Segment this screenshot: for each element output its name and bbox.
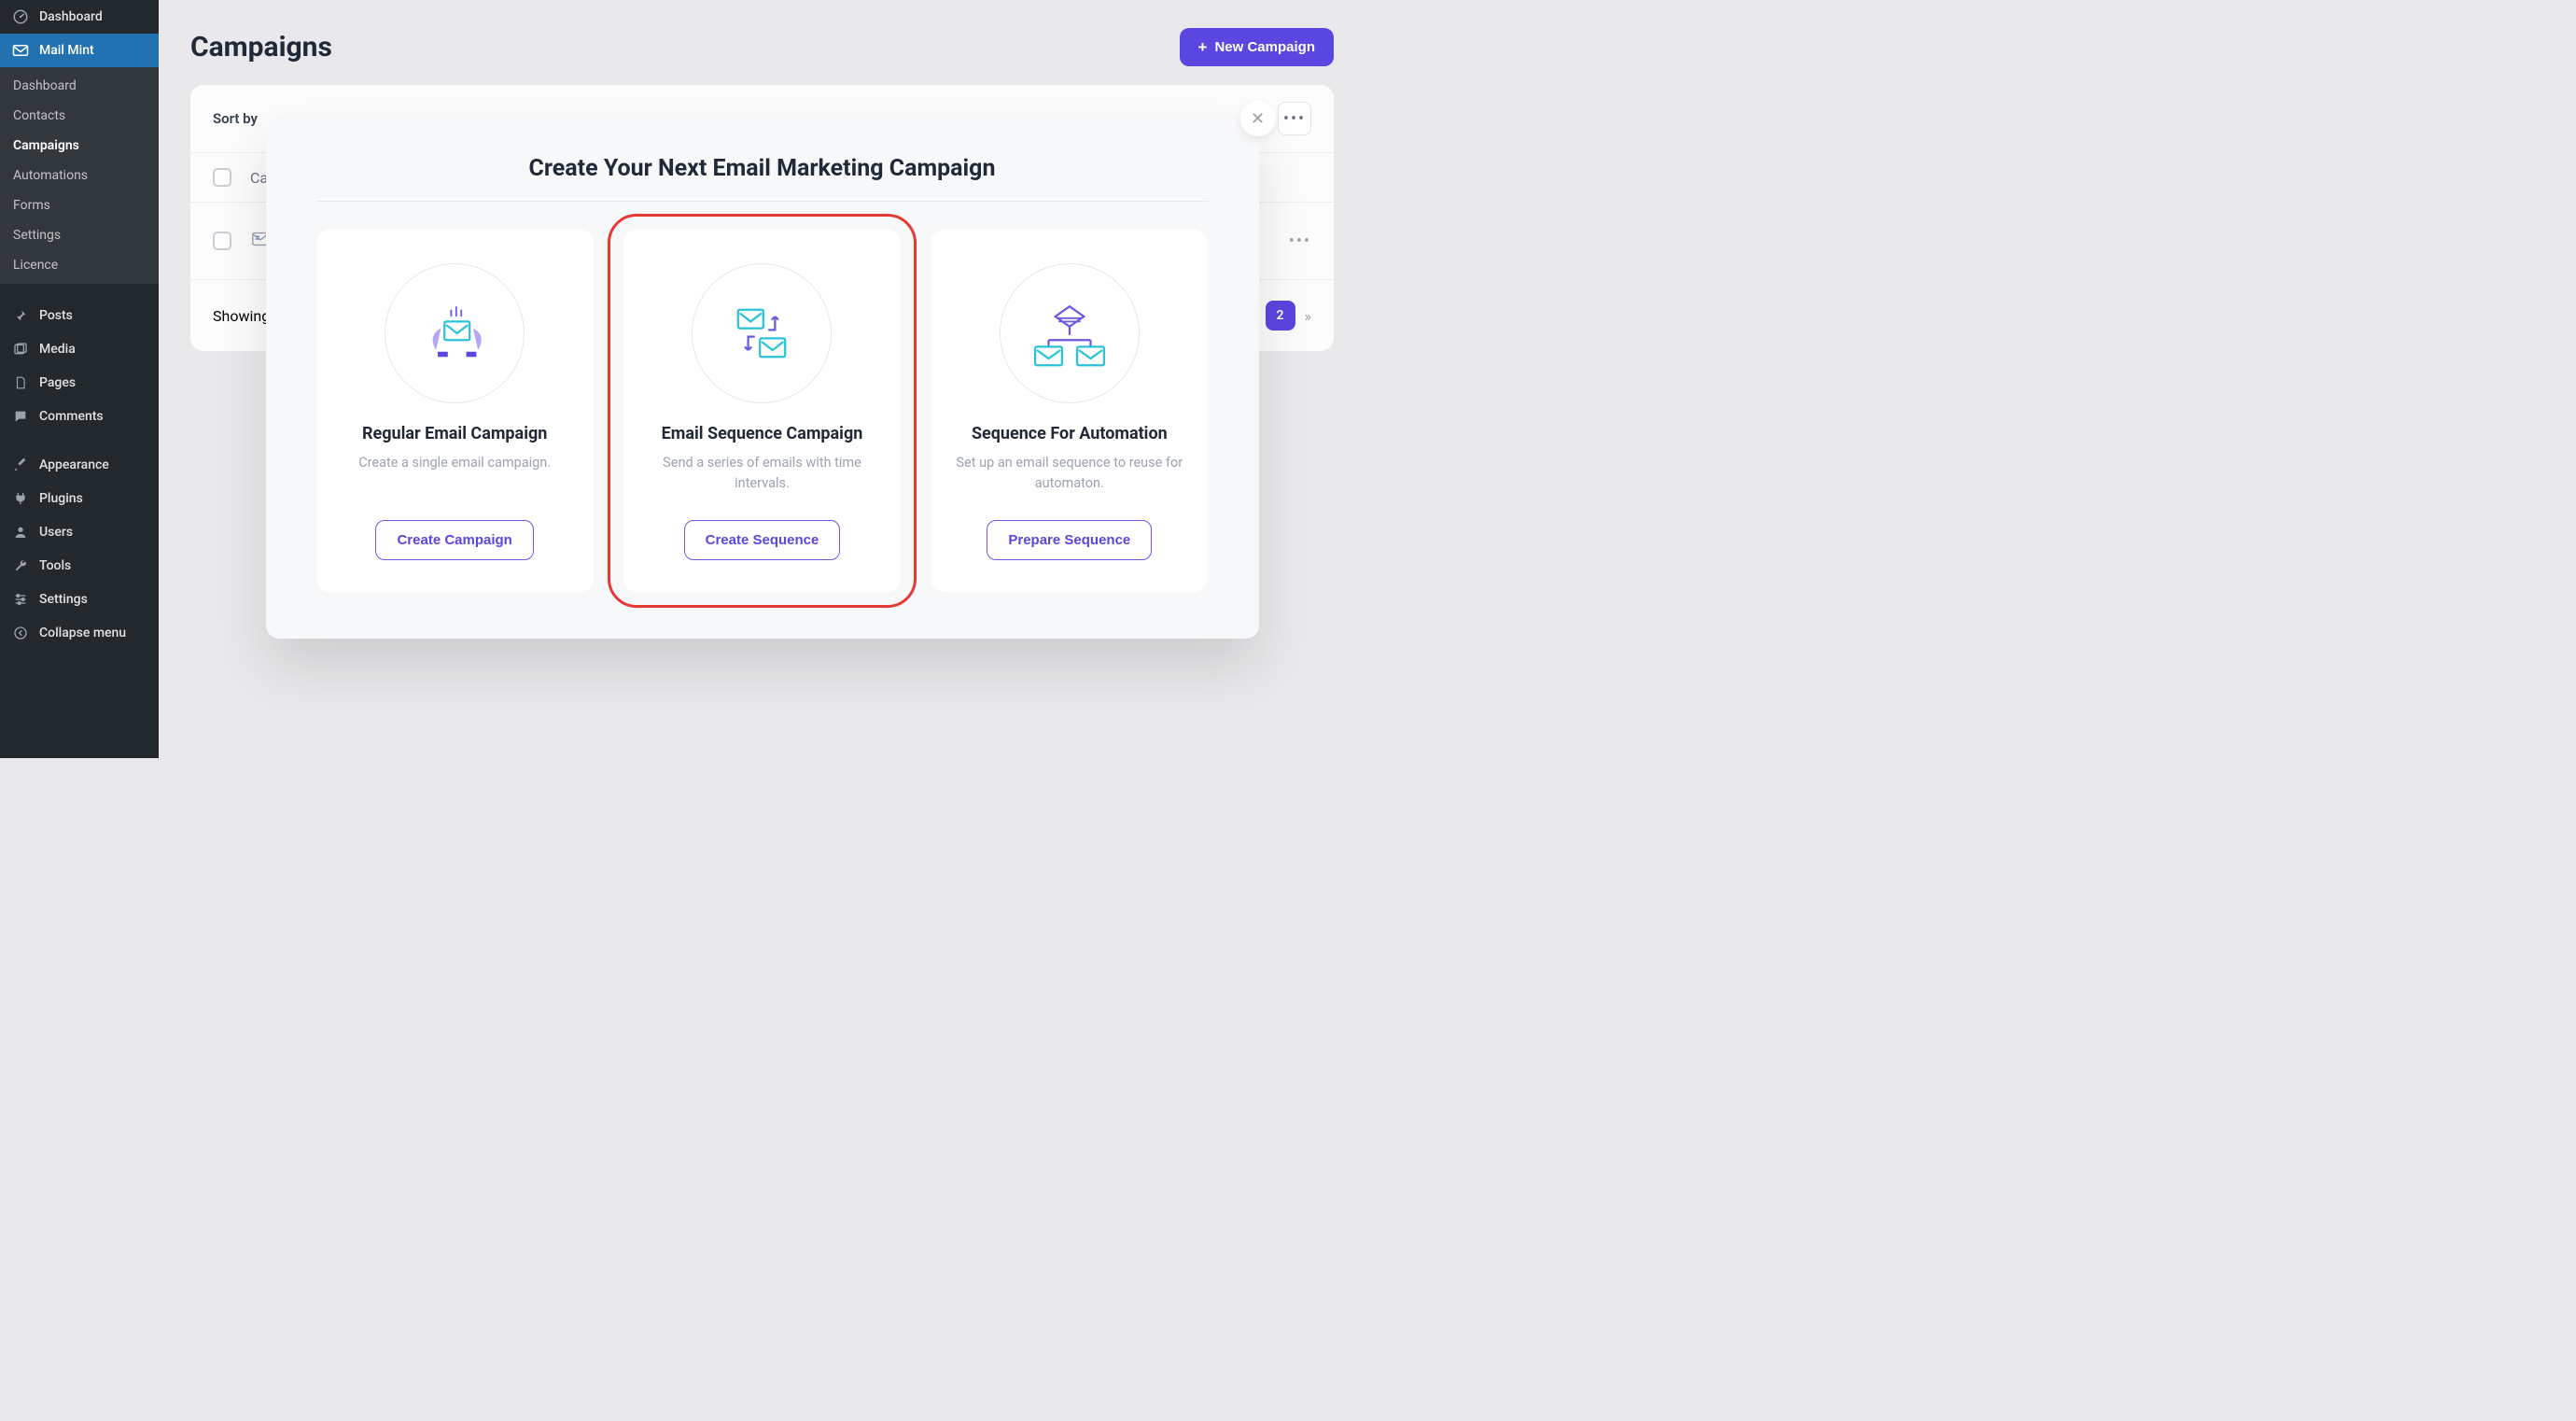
sidebar-item-users[interactable]: Users xyxy=(0,515,159,549)
sliders-icon xyxy=(11,590,30,609)
modal-backdrop: ✕ Create Your Next Email Marketing Campa… xyxy=(159,0,1365,758)
media-icon xyxy=(11,340,30,359)
sidebar-item-mailmint[interactable]: Mail Mint xyxy=(0,34,159,67)
regular-campaign-icon xyxy=(385,263,525,403)
email-sequence-icon xyxy=(692,263,832,403)
sidebar-item-tools[interactable]: Tools xyxy=(0,549,159,583)
sidebar-item-label: Media xyxy=(39,342,76,357)
sidebar-sub-contacts[interactable]: Contacts xyxy=(0,101,159,131)
sequence-automation-icon xyxy=(1000,263,1140,403)
card-regular-campaign: Regular Email Campaign Create a single e… xyxy=(316,230,594,592)
admin-sidebar: Dashboard Mail Mint Dashboard Contacts C… xyxy=(0,0,159,758)
sidebar-item-label: Tools xyxy=(39,558,71,573)
sidebar-item-plugins[interactable]: Plugins xyxy=(0,482,159,515)
pin-icon xyxy=(11,306,30,325)
modal-close-button[interactable]: ✕ xyxy=(1240,101,1276,136)
sidebar-item-label: Dashboard xyxy=(39,9,103,24)
collapse-icon xyxy=(11,624,30,642)
sidebar-sub-dashboard[interactable]: Dashboard xyxy=(0,71,159,101)
comment-icon xyxy=(11,407,30,426)
sidebar-item-label: Licence xyxy=(13,258,58,273)
sidebar-item-label: Contacts xyxy=(13,108,65,123)
sidebar-item-label: Dashboard xyxy=(13,78,77,93)
modal-title: Create Your Next Email Marketing Campaig… xyxy=(316,155,1209,202)
sidebar-item-label: Pages xyxy=(39,375,76,390)
sidebar-subnav: Dashboard Contacts Campaigns Automations… xyxy=(0,67,159,284)
sidebar-item-label: Automations xyxy=(13,168,88,183)
user-icon xyxy=(11,523,30,542)
sidebar-item-dashboard[interactable]: Dashboard xyxy=(0,0,159,34)
card-email-sequence: Email Sequence Campaign Send a series of… xyxy=(623,230,901,592)
sidebar-item-label: Plugins xyxy=(39,491,83,506)
campaign-type-cards: Regular Email Campaign Create a single e… xyxy=(316,230,1209,592)
sidebar-item-wp-settings[interactable]: Settings xyxy=(0,583,159,616)
sidebar-sub-automations[interactable]: Automations xyxy=(0,161,159,190)
card-description: Create a single email campaign. xyxy=(339,453,571,496)
wrench-icon xyxy=(11,556,30,575)
brush-icon xyxy=(11,456,30,474)
card-title: Sequence For Automation xyxy=(953,424,1185,443)
create-sequence-button[interactable]: Create Sequence xyxy=(684,520,841,560)
sidebar-sub-licence[interactable]: Licence xyxy=(0,250,159,280)
sidebar-item-label: Posts xyxy=(39,308,73,323)
sidebar-item-label: Comments xyxy=(39,409,104,424)
sidebar-item-collapse[interactable]: Collapse menu xyxy=(0,616,159,650)
sidebar-item-label: Forms xyxy=(13,198,50,213)
sidebar-item-label: Appearance xyxy=(39,457,109,472)
create-campaign-modal: ✕ Create Your Next Email Marketing Campa… xyxy=(266,116,1259,639)
dashboard-icon xyxy=(11,7,30,26)
card-description: Send a series of emails with time interv… xyxy=(646,453,878,496)
plug-icon xyxy=(11,489,30,508)
card-title: Regular Email Campaign xyxy=(339,424,571,443)
card-sequence-automation: Sequence For Automation Set up an email … xyxy=(931,230,1208,592)
sidebar-item-label: Users xyxy=(39,525,73,540)
sidebar-item-label: Settings xyxy=(39,592,88,607)
sidebar-item-label: Mail Mint xyxy=(39,43,94,58)
close-icon: ✕ xyxy=(1251,109,1265,129)
sidebar-item-label: Settings xyxy=(13,228,61,243)
sidebar-sub-forms[interactable]: Forms xyxy=(0,190,159,220)
sidebar-item-appearance[interactable]: Appearance xyxy=(0,448,159,482)
card-title: Email Sequence Campaign xyxy=(646,424,878,443)
sidebar-sub-campaigns[interactable]: Campaigns xyxy=(0,131,159,161)
mail-icon xyxy=(11,41,30,60)
create-campaign-button[interactable]: Create Campaign xyxy=(375,520,533,560)
sidebar-item-media[interactable]: Media xyxy=(0,332,159,366)
sidebar-item-label: Campaigns xyxy=(13,138,79,153)
sidebar-item-posts[interactable]: Posts xyxy=(0,299,159,332)
page-icon xyxy=(11,373,30,392)
card-description: Set up an email sequence to reuse for au… xyxy=(953,453,1185,496)
prepare-sequence-button[interactable]: Prepare Sequence xyxy=(987,520,1152,560)
sidebar-sub-settings[interactable]: Settings xyxy=(0,220,159,250)
sidebar-item-pages[interactable]: Pages xyxy=(0,366,159,400)
sidebar-item-label: Collapse menu xyxy=(39,626,126,640)
sidebar-item-comments[interactable]: Comments xyxy=(0,400,159,433)
